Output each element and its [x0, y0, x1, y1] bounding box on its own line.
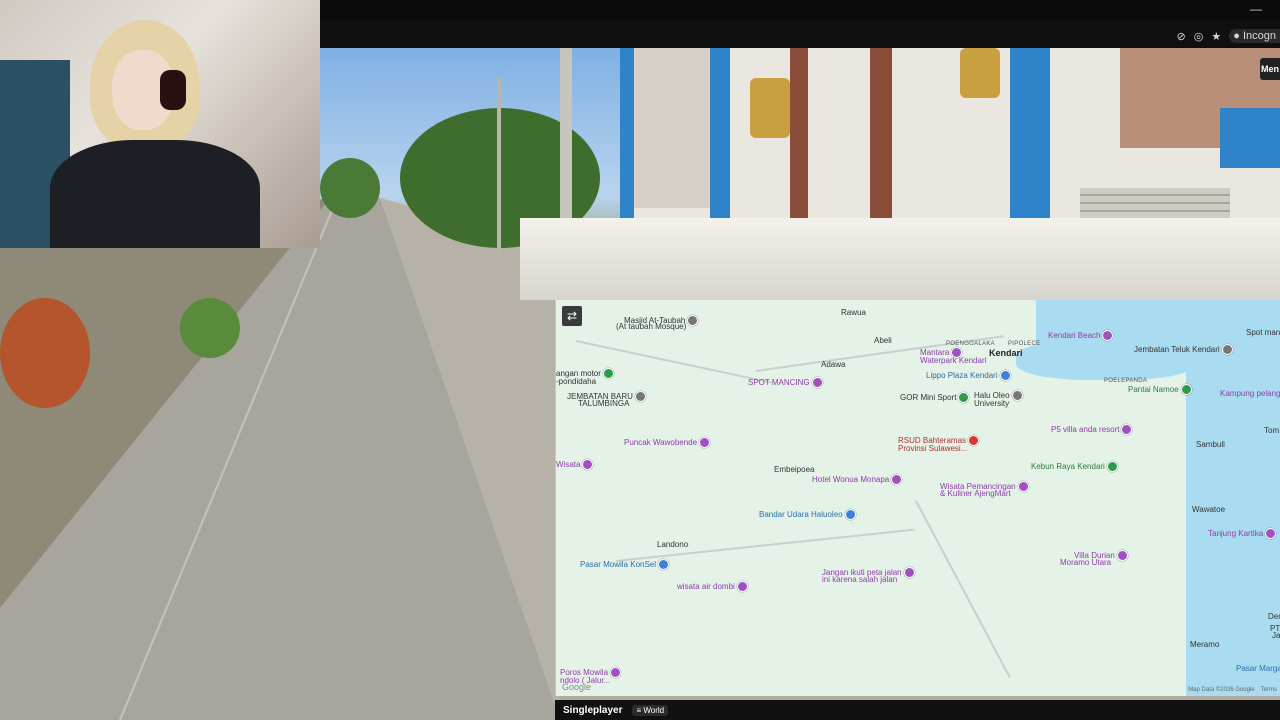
- guess-map[interactable]: ⇄ Masjid At-Taubah (At taubah Mosque) Rawu…: [555, 300, 1280, 696]
- google-logo: Google: [562, 682, 592, 692]
- map-pin-icon[interactable]: [582, 459, 594, 470]
- game-mode-label: Singleplayer: [563, 704, 623, 716]
- map-pin-icon[interactable]: [1121, 424, 1133, 435]
- map-data-credit: Map Data ©2026 Google: [1188, 687, 1255, 693]
- menu-button[interactable]: Men: [1260, 58, 1280, 80]
- map-pin-icon[interactable]: [844, 509, 856, 520]
- map-place-label[interactable]: SPOT MANCING: [748, 378, 810, 387]
- fence-wall: [520, 218, 1280, 300]
- building-wall-pattern: [620, 48, 720, 208]
- map-place-label[interactable]: GOR Mini Sport: [900, 393, 956, 402]
- map-pin-icon[interactable]: [1221, 344, 1233, 355]
- map-place-label[interactable]: Waterpark Kendari: [920, 356, 986, 365]
- map-pin-icon[interactable]: [602, 368, 614, 379]
- minimize-button[interactable]: —: [1250, 2, 1262, 16]
- incognito-label: Incogn: [1242, 30, 1276, 42]
- map-place-label[interactable]: Pasar Mowila KonSel: [580, 560, 656, 569]
- mosque-building: [520, 48, 1280, 300]
- mute-icon[interactable]: ⊘: [1177, 30, 1186, 43]
- map-pin-icon[interactable]: [968, 435, 980, 446]
- browser-toolbar: — ⊘ ◎ ★ ● Incogn: [320, 0, 1280, 48]
- map-place-label[interactable]: Tanjung Kartika: [1208, 529, 1263, 538]
- map-pin-icon[interactable]: [1017, 481, 1029, 492]
- world-label: World: [643, 705, 665, 715]
- map-place-label[interactable]: Bandar Udara Haluoleo: [759, 510, 843, 519]
- roadside-shrub-green: [180, 298, 240, 358]
- map-place-label[interactable]: TALUMBINGA: [578, 399, 629, 408]
- map-place-label[interactable]: Moramo Utara: [1060, 558, 1111, 567]
- blue-pillar: [1220, 108, 1280, 168]
- map-place-label[interactable]: Pantai Namoe: [1128, 385, 1179, 394]
- terms-link[interactable]: Terms: [1261, 687, 1277, 693]
- map-place-label[interactable]: Rawua: [841, 308, 866, 317]
- incognito-icon: ●: [1233, 30, 1240, 42]
- map-place-label[interactable]: Lippo Plaza Kendari: [926, 371, 998, 380]
- map-pin-icon[interactable]: [811, 377, 823, 388]
- headset-icon: [160, 70, 186, 110]
- map-pin-icon[interactable]: [891, 474, 903, 485]
- map-pin-icon[interactable]: [658, 559, 670, 570]
- map-place-label[interactable]: Kendari Beach: [1048, 331, 1100, 340]
- map-place-label[interactable]: Wisata: [556, 460, 580, 469]
- map-pin-icon[interactable]: [1011, 390, 1023, 401]
- streamer-body: [50, 140, 260, 248]
- map-world-badge[interactable]: ≡ World: [632, 704, 669, 716]
- webcam-overlay: [0, 0, 320, 248]
- map-place-label[interactable]: (At taubah Mosque): [616, 322, 686, 331]
- map-place-label[interactable]: Puncak Wawobende: [624, 438, 697, 447]
- eye-off-icon[interactable]: ◎: [1194, 30, 1204, 43]
- game-status-bar: Singleplayer ≡ World: [555, 700, 1280, 720]
- map-place-label[interactable]: Jembatan Teluk Kendari: [1134, 345, 1220, 354]
- map-pin-icon[interactable]: [903, 567, 915, 578]
- layers-icon: ≡: [636, 705, 642, 715]
- map-place-label[interactable]: -pondidaha: [556, 377, 596, 386]
- map-pin-icon[interactable]: [699, 437, 711, 448]
- map-place-label[interactable]: Wawatoe: [1192, 505, 1225, 514]
- map-place-label[interactable]: Kampung pelang: [1220, 389, 1280, 398]
- map-place-label[interactable]: Tom: [1264, 426, 1279, 435]
- map-place-label[interactable]: Spot mancin: [1246, 328, 1280, 337]
- map-pin-icon[interactable]: [1106, 461, 1118, 472]
- map-place-label[interactable]: P5 villa anda resort: [1051, 425, 1119, 434]
- star-icon[interactable]: ★: [1211, 30, 1221, 43]
- map-place-label[interactable]: Embeipoea: [774, 465, 814, 474]
- map-place-label[interactable]: University: [974, 399, 1009, 408]
- incognito-badge[interactable]: ● Incogn: [1229, 29, 1280, 43]
- utility-pole-far: [497, 78, 501, 258]
- map-place-label[interactable]: Abeli: [874, 336, 892, 345]
- map-place-label[interactable]: Derman: [1268, 612, 1280, 621]
- map-expand-toggle[interactable]: ⇄: [562, 306, 582, 326]
- map-road: [915, 500, 1011, 679]
- map-place-label[interactable]: Provinsi Sulawesi...: [898, 444, 967, 453]
- map-place-label[interactable]: Jaya: [1272, 631, 1280, 640]
- map-attribution: Map Data ©2026 Google Terms: [1188, 687, 1277, 693]
- gold-lamp: [960, 48, 1000, 98]
- map-place-label[interactable]: ini karena salah jalan: [822, 575, 897, 584]
- map-pin-icon[interactable]: [634, 391, 646, 402]
- map-place-label[interactable]: wisata air dombi: [677, 582, 735, 591]
- map-place-label[interactable]: Kebun Raya Kendari: [1031, 462, 1105, 471]
- map-place-label[interactable]: Hotel Wonua Monapa: [812, 475, 889, 484]
- browser-title-strip: —: [320, 0, 1280, 20]
- map-pin-icon[interactable]: [999, 370, 1011, 381]
- roadside-trees-far: [320, 158, 380, 218]
- map-pin-icon[interactable]: [958, 392, 970, 403]
- map-place-label[interactable]: & Kuliner AjengMart: [940, 489, 1011, 498]
- map-place-label[interactable]: Kendari: [989, 349, 1023, 358]
- browser-action-icons: ⊘ ◎ ★ ● Incogn: [1177, 28, 1280, 44]
- map-pin-icon[interactable]: [610, 667, 622, 678]
- map-place-label[interactable]: Meramo: [1190, 640, 1219, 649]
- map-pin-icon[interactable]: [736, 581, 748, 592]
- map-place-label[interactable]: Pasar Margac: [1236, 664, 1280, 673]
- map-pin-icon[interactable]: [687, 315, 699, 326]
- roadside-shrub: [0, 298, 90, 408]
- map-pin-icon[interactable]: [1116, 550, 1128, 561]
- gold-lamp: [750, 78, 790, 138]
- map-place-label[interactable]: Adawa: [821, 360, 845, 369]
- map-pin-icon[interactable]: [1180, 384, 1192, 395]
- map-place-label[interactable]: Sambuli: [1196, 440, 1225, 449]
- map-place-label[interactable]: Landono: [657, 540, 688, 549]
